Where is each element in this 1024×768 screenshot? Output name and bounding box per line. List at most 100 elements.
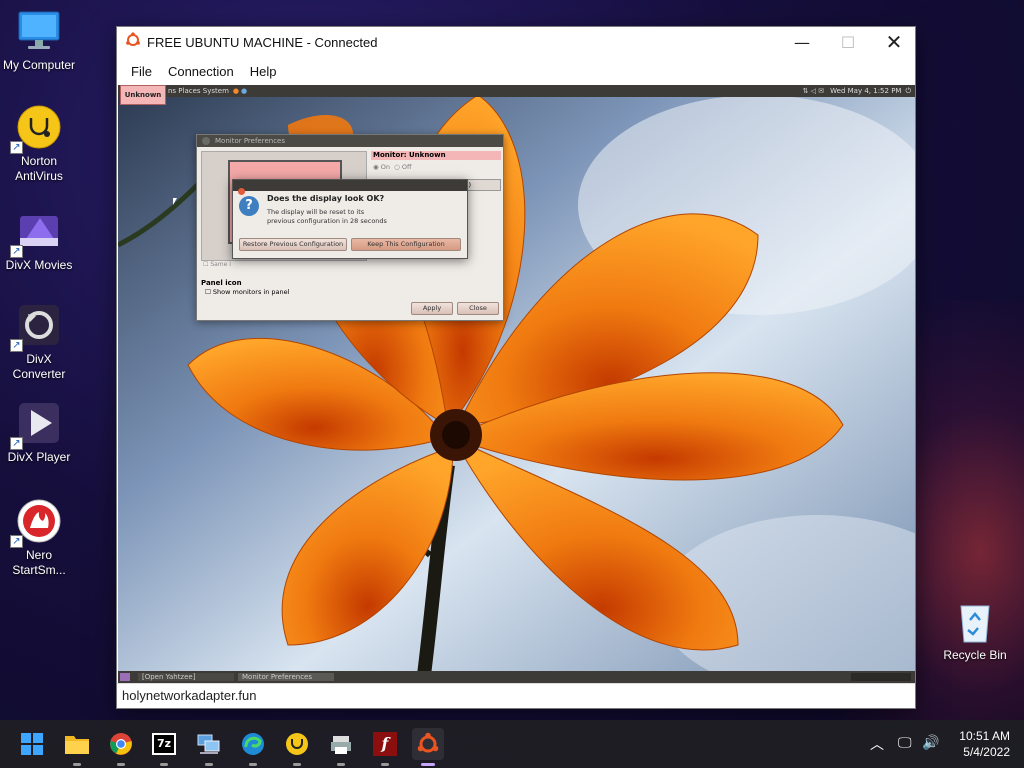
taskbar-norton[interactable] [281,728,313,766]
desktop-icon-label: Recycle Bin [943,648,1007,662]
tray-indicators-icon[interactable]: ⇅ ◁ ✉ [803,87,825,95]
checkbox-icon: ☐ [203,261,209,268]
desktop-icon-label: Nero StartSm... [12,548,66,577]
taskbar-network[interactable] [193,728,225,766]
display-confirm-dialog: ? Does the display look OK? The display … [232,179,468,259]
menu-file[interactable]: File [123,60,160,83]
desktop-icon-label: DivX Movies [5,258,73,272]
desktop-icon-recycle-bin[interactable]: Recycle Bin [936,598,1014,663]
start-button[interactable] [16,728,48,760]
keep-configuration-button[interactable]: Keep This Configuration [351,238,461,251]
vm-statusbar: holynetworkadapter.fun [117,683,915,708]
monitor-label: Monitor: Unknown [371,151,501,160]
desktop-icon-nero-startsmart[interactable]: ↗ Nero StartSm... [0,498,78,578]
monitor-preferences-title: Monitor Preferences [215,137,286,145]
running-indicator [293,763,301,766]
vm-window: FREE UBUNTU MACHINE - Connected — ☐ ✕ Fi… [116,26,916,709]
monitor-power-options: ◉ On ○ Off [373,163,412,171]
on-label: On [380,163,390,171]
remote-screen[interactable]: ns Places System ● ● ⇅ ◁ ✉ Wed May 4, 1:… [118,85,915,683]
windows-logo-icon [21,733,43,755]
shortcut-arrow-icon: ↗ [10,141,23,154]
taskbar: 7z f ︿ 🖵 🔊 10:51 AM 5/4/2022 [0,720,1024,768]
shortcut-arrow-icon: ↗ [10,245,23,258]
maximize-button[interactable]: ☐ [825,27,871,57]
status-text: holynetworkadapter.fun [122,688,257,703]
mouse-cursor-icon [173,198,177,205]
vm-titlebar[interactable]: FREE UBUNTU MACHINE - Connected — ☐ ✕ [117,27,915,57]
taskbar-7zip[interactable]: 7z [148,728,180,766]
vm-menubar: File Connection Help [117,57,915,85]
ubuntu-logo-icon [125,32,141,52]
clock-time: 10:51 AM [959,729,1010,743]
taskbar-file-explorer[interactable] [61,728,93,766]
power-icon[interactable]: ⏻ [905,87,911,96]
edge-icon [242,733,264,755]
running-indicator [381,763,389,766]
show-hidden-icons-chevron-icon[interactable]: ︿ [870,734,884,754]
taskbar-ubuntu-vm[interactable] [412,728,444,766]
taskbar-edge[interactable] [237,728,269,766]
same-image-checkbox[interactable]: ☐ Same i [203,261,231,268]
dialog-close-icon[interactable] [238,188,245,195]
close-button[interactable]: ✕ [871,27,917,57]
window-close-icon[interactable] [202,137,210,145]
ubuntu-top-panel: ns Places System ● ● ⇅ ◁ ✉ Wed May 4, 1:… [118,85,915,97]
off-label: Off [401,163,412,171]
network-status-icon[interactable]: 🖵 [898,734,912,751]
desktop-icon-divx-player[interactable]: ↗ DivX Player [0,400,78,465]
divx-movies-icon: ↗ [10,208,62,258]
desktop-icon-label: Norton AntiVirus [15,154,63,183]
dialog-message-line2: previous configuration in 28 seconds [267,217,387,225]
volume-icon[interactable]: 🔊 [922,734,939,751]
running-indicator [249,763,257,766]
divx-player-icon: ↗ [10,400,62,450]
question-icon: ? [239,196,259,216]
workspace-switcher[interactable] [851,673,911,681]
recycle-bin-icon [952,598,998,644]
task-monitor-preferences[interactable]: Monitor Preferences [238,673,334,681]
show-monitors-label: Show monitors in panel [212,288,290,296]
taskbar-chrome[interactable] [105,728,137,766]
norton-icon: ↗ [10,104,62,154]
taskbar-flash[interactable]: f [369,728,401,766]
running-indicator [337,763,345,766]
running-indicator [421,763,435,766]
clock-date: 5/4/2022 [963,745,1010,759]
ubuntu-logo-icon [417,732,439,753]
network-computers-icon [197,734,220,754]
dialog-message-line1: The display will be reset to its [267,208,365,216]
off-radio-icon[interactable]: ○ [394,163,400,171]
desktop-icon-my-computer[interactable]: My Computer [0,8,78,73]
folder-icon [65,736,89,754]
help-icon[interactable]: ● [241,87,247,95]
task-open-yahtzee[interactable]: [Open Yahtzee] [138,673,234,681]
firefox-icon[interactable]: ● [233,87,239,95]
ubuntu-bottom-panel: [Open Yahtzee] Monitor Preferences [118,671,915,683]
monitor-preferences-titlebar[interactable]: Monitor Preferences [197,135,503,147]
desktop-icon-label: My Computer [2,58,76,72]
minimize-button[interactable]: — [779,27,825,57]
menu-connection[interactable]: Connection [160,60,242,83]
ubuntu-clock[interactable]: Wed May 4, 1:52 PM [830,87,901,95]
ubuntu-menus[interactable]: ns Places System [168,87,229,95]
desktop-icon-label: DivX Converter [12,352,66,381]
checkbox-icon: ☐ [205,288,211,296]
monitor-icon [16,8,62,54]
taskbar-printer[interactable] [325,728,357,766]
apply-button[interactable]: Apply [411,302,453,315]
desktop-icon-divx-converter[interactable]: ↗ DivX Converter [0,302,78,382]
divx-converter-icon: ↗ [10,302,62,352]
desktop-icon-divx-movies[interactable]: ↗ DivX Movies [0,208,78,273]
desktop-icon-norton-antivirus[interactable]: ↗ Norton AntiVirus [0,104,78,184]
dialog-titlebar[interactable] [233,180,467,195]
show-desktop-icon[interactable] [120,673,130,681]
clock[interactable]: 10:51 AM 5/4/2022 [952,728,1010,760]
on-radio-icon[interactable]: ◉ [373,163,379,171]
close-prefs-button[interactable]: Close [457,302,499,315]
desktop-icon-label: DivX Player [7,450,71,464]
show-monitors-checkbox[interactable]: ☐ Show monitors in panel [205,288,289,296]
shortcut-arrow-icon: ↗ [10,339,23,352]
restore-previous-button[interactable]: Restore Previous Configuration [239,238,347,251]
menu-help[interactable]: Help [242,60,285,83]
